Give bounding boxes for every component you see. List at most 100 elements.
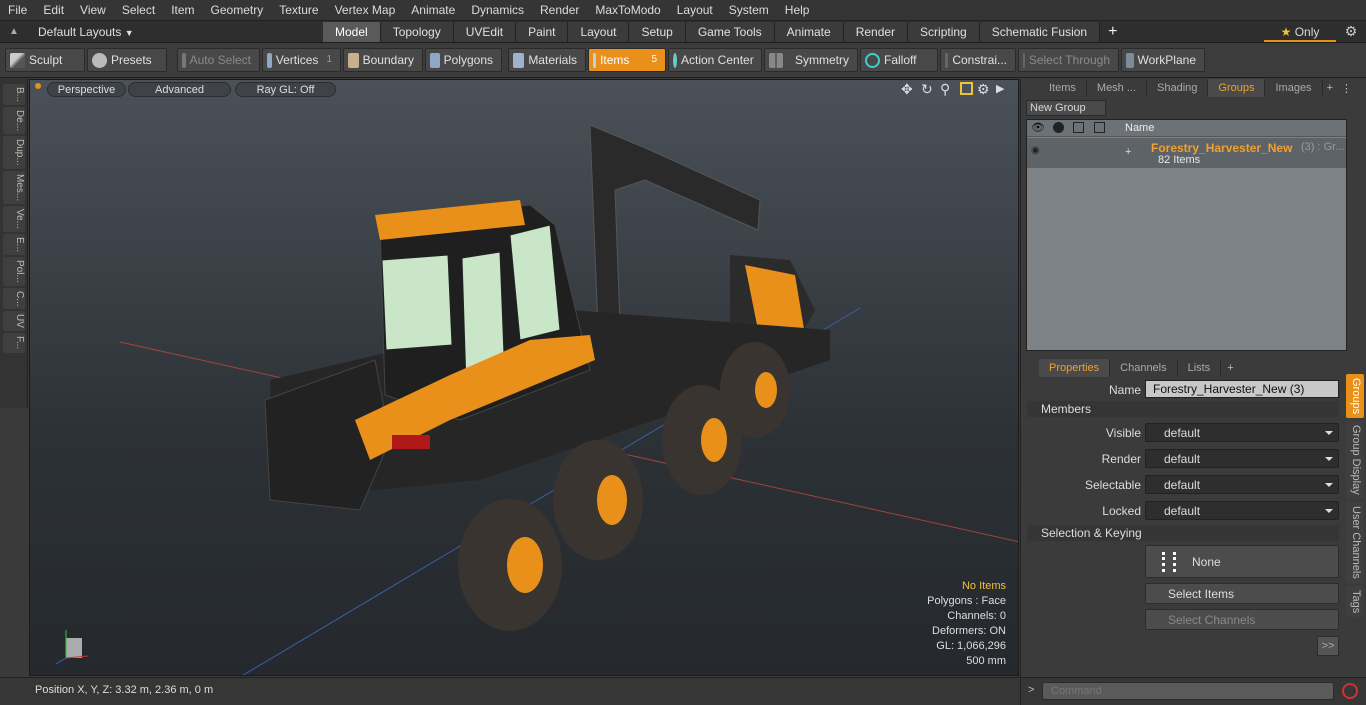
left-tab-deform[interactable]: De... — [3, 107, 25, 135]
tab-groups[interactable]: Groups — [1208, 79, 1266, 97]
tab-schematic-fusion[interactable]: Schematic Fusion — [979, 21, 1101, 42]
select-col-icon[interactable] — [1094, 122, 1105, 133]
left-tab-polygon[interactable]: Pol... — [3, 257, 25, 286]
tab-setup[interactable]: Setup — [629, 21, 686, 42]
left-tab-mesh-edit[interactable]: Mes... — [3, 170, 25, 205]
tab-scripting[interactable]: Scripting — [908, 21, 980, 42]
tab-lists[interactable]: Lists — [1178, 359, 1222, 377]
left-tab-uv[interactable]: UV — [3, 311, 25, 332]
name-field[interactable]: Forestry_Harvester_New (3) — [1145, 380, 1339, 398]
forestry-harvester-model — [264, 124, 830, 631]
render-icon[interactable] — [1053, 122, 1064, 133]
lock-col-icon[interactable] — [1073, 122, 1084, 133]
tab-layout[interactable]: Layout — [568, 21, 630, 42]
select-items-button[interactable]: Select Items — [1145, 583, 1339, 604]
menu-help[interactable]: Help — [777, 0, 818, 21]
side-tab-groups[interactable]: Groups — [1346, 374, 1364, 419]
menu-dynamics[interactable]: Dynamics — [463, 0, 532, 21]
visible-select[interactable]: default — [1145, 423, 1339, 442]
tab-topology[interactable]: Topology — [380, 21, 454, 42]
menu-file[interactable]: File — [0, 0, 35, 21]
render-select[interactable]: default — [1145, 449, 1339, 468]
members-header[interactable]: Members — [1027, 401, 1339, 417]
side-tab-user-channels[interactable]: User Channels — [1346, 501, 1364, 583]
tab-paint[interactable]: Paint — [516, 21, 569, 42]
menu-geometry[interactable]: Geometry — [203, 0, 272, 21]
menu-render[interactable]: Render — [532, 0, 587, 21]
layout-preset-dropdown[interactable]: Default Layouts ▼ — [28, 25, 323, 39]
auto-select-button[interactable]: Auto Select — [177, 48, 260, 72]
new-group-button[interactable]: New Group — [1026, 100, 1106, 116]
none-button[interactable]: None — [1145, 545, 1339, 578]
record-icon[interactable] — [1342, 683, 1358, 699]
add-tab-button[interactable]: + — [1100, 23, 1125, 41]
eye-icon[interactable]: 👁 — [1031, 121, 1045, 134]
selection-keying-header[interactable]: Selection & Keying — [1027, 525, 1339, 541]
tab-channels[interactable]: Channels — [1110, 359, 1178, 377]
materials-button[interactable]: Materials — [508, 48, 586, 72]
left-tab-fusion[interactable]: F... — [3, 333, 25, 353]
workplane-button[interactable]: WorkPlane — [1121, 48, 1205, 72]
sculpt-button[interactable]: Sculpt — [5, 48, 85, 72]
tab-mesh[interactable]: Mesh ... — [1087, 79, 1148, 97]
menu-layout[interactable]: Layout — [669, 0, 721, 21]
menu-vertex-map[interactable]: Vertex Map — [327, 0, 404, 21]
more-button[interactable]: >> — [1317, 636, 1339, 656]
scale-info: 500 mm — [966, 655, 1006, 667]
3d-viewport[interactable]: Perspective Advanced Ray GL: Off ✥ ↻ ⚲ ⚙… — [29, 79, 1019, 676]
add-prop-tab-icon[interactable]: + — [1221, 362, 1239, 374]
select-through-button[interactable]: Select Through — [1018, 48, 1119, 72]
symmetry-button[interactable]: Symmetry — [764, 48, 858, 72]
menu-animate[interactable]: Animate — [403, 0, 463, 21]
presets-button[interactable]: Presets — [87, 48, 167, 72]
tab-images[interactable]: Images — [1265, 79, 1323, 97]
side-tab-group-display[interactable]: Group Display — [1346, 421, 1364, 499]
selectable-select[interactable]: default — [1145, 475, 1339, 494]
layout-collapse-icon[interactable]: ▲ — [0, 26, 28, 37]
select-channels-button[interactable]: Select Channels — [1145, 609, 1339, 630]
left-tab-vertex[interactable]: Ve... — [3, 206, 25, 233]
menu-system[interactable]: System — [721, 0, 777, 21]
menu-maxtomodo[interactable]: MaxToModo — [587, 0, 668, 21]
side-tab-tags[interactable]: Tags — [1346, 585, 1364, 617]
locked-select[interactable]: default — [1145, 501, 1339, 520]
tab-properties[interactable]: Properties — [1039, 359, 1111, 377]
visible-label: Visible — [1105, 426, 1141, 440]
tab-render[interactable]: Render — [843, 21, 909, 42]
name-column-header[interactable]: Name — [1125, 122, 1154, 134]
group-visible-icon[interactable]: ◉ — [1031, 145, 1040, 156]
tab-uvedit[interactable]: UVEdit — [453, 21, 517, 42]
locked-label: Locked — [1102, 504, 1141, 518]
action-center-button[interactable]: Action Center — [668, 48, 762, 72]
tab-shading[interactable]: Shading — [1147, 79, 1209, 97]
gear-icon[interactable]: ⚙ — [1336, 23, 1366, 40]
group-row[interactable]: ◉ + Forestry_Harvester_New (3) : Gr... 8… — [1027, 138, 1346, 168]
panel-options-icon[interactable]: ⋮ — [1337, 82, 1356, 95]
left-tab-curve[interactable]: C... — [3, 287, 25, 310]
only-toggle[interactable]: ★ Only — [1264, 22, 1336, 42]
left-tab-basic[interactable]: B... — [3, 84, 25, 106]
polygons-button[interactable]: Polygons — [425, 48, 502, 72]
tab-model[interactable]: Model — [323, 21, 381, 42]
selectable-label: Selectable — [1084, 478, 1141, 492]
constraints-button[interactable]: Constrai... — [940, 48, 1016, 72]
tab-items[interactable]: Items — [1039, 79, 1087, 97]
vertices-button[interactable]: Vertices 1 — [262, 48, 341, 72]
tab-animate[interactable]: Animate — [774, 21, 844, 42]
falloff-button[interactable]: Falloff — [860, 48, 938, 72]
items-button[interactable]: Items 5 — [588, 48, 666, 72]
items-icon — [593, 52, 597, 68]
tab-game-tools[interactable]: Game Tools — [685, 21, 775, 42]
menu-select[interactable]: Select — [114, 0, 163, 21]
menu-item[interactable]: Item — [163, 0, 202, 21]
boundary-button[interactable]: Boundary — [343, 48, 423, 72]
menu-edit[interactable]: Edit — [35, 0, 72, 21]
add-panel-tab-icon[interactable]: + — [1323, 82, 1337, 94]
group-expand-icon[interactable]: + — [1125, 146, 1131, 158]
group-item-count: 82 Items — [1158, 154, 1201, 166]
left-tab-edge[interactable]: E... — [3, 234, 25, 256]
left-tab-duplicate[interactable]: Dup... — [3, 136, 25, 169]
menu-view[interactable]: View — [72, 0, 114, 21]
menu-texture[interactable]: Texture — [271, 0, 326, 21]
command-input[interactable] — [1042, 682, 1334, 700]
